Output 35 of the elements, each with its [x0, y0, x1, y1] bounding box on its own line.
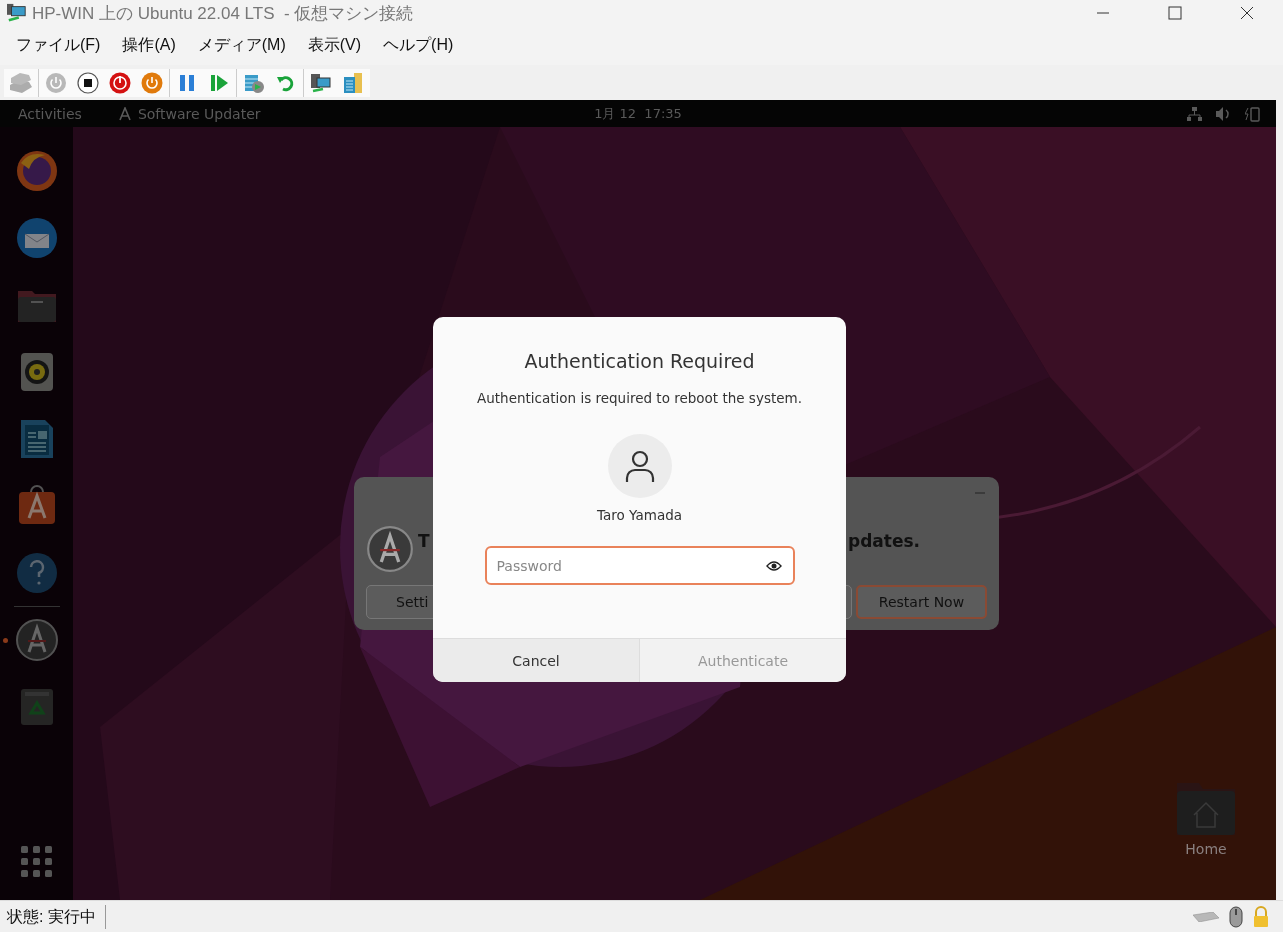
app-store-icon: [117, 106, 132, 121]
close-icon[interactable]: [1240, 6, 1254, 20]
save-button[interactable]: [140, 70, 164, 95]
menu-item[interactable]: ファイル(F): [6, 31, 111, 60]
mouse-icon: [1229, 906, 1243, 928]
dialog-title: Authentication Required: [524, 350, 755, 372]
firefox-dock-icon[interactable]: [14, 149, 59, 193]
menu-item[interactable]: ヘルプ(H): [373, 31, 464, 60]
dialog-message: Authentication is required to reboot the system.: [477, 390, 802, 406]
vm-connection-icon: [6, 3, 28, 23]
dialog-button[interactable]: Cancel: [433, 639, 639, 682]
updater-heading: T: [418, 531, 430, 551]
updater-heading: pdates.: [848, 531, 921, 551]
window-title: HP-WIN 上の Ubuntu 22.04 LTS - 仮想マシン接続: [32, 2, 415, 25]
battery-icon[interactable]: [1245, 105, 1260, 122]
share-button[interactable]: [341, 70, 365, 95]
turn-off-button[interactable]: [76, 70, 100, 95]
help-dock-icon[interactable]: [14, 551, 59, 595]
maximize-icon[interactable]: [1168, 6, 1182, 20]
menu-item[interactable]: 表示(V): [297, 31, 372, 60]
password-field[interactable]: Password: [484, 546, 795, 585]
lock-icon: [1253, 906, 1269, 928]
menu-item[interactable]: メディア(M): [187, 31, 296, 60]
keyboard-icon: [1193, 912, 1219, 922]
thunderbird-dock-icon[interactable]: [14, 216, 59, 260]
volume-icon[interactable]: [1216, 106, 1231, 121]
status-text: 状態: 実行中: [0, 905, 106, 929]
network-icon[interactable]: [1187, 106, 1202, 121]
menu-item[interactable]: 操作(A): [112, 31, 186, 60]
updater-logo-icon: [366, 525, 414, 573]
app-grid-icon[interactable]: [20, 846, 53, 878]
desktop-icon-label: Home: [1185, 841, 1227, 857]
shut-down-button[interactable]: [108, 70, 132, 95]
user-name: Taro Yamada: [597, 507, 682, 523]
show-password-icon[interactable]: [765, 560, 782, 572]
